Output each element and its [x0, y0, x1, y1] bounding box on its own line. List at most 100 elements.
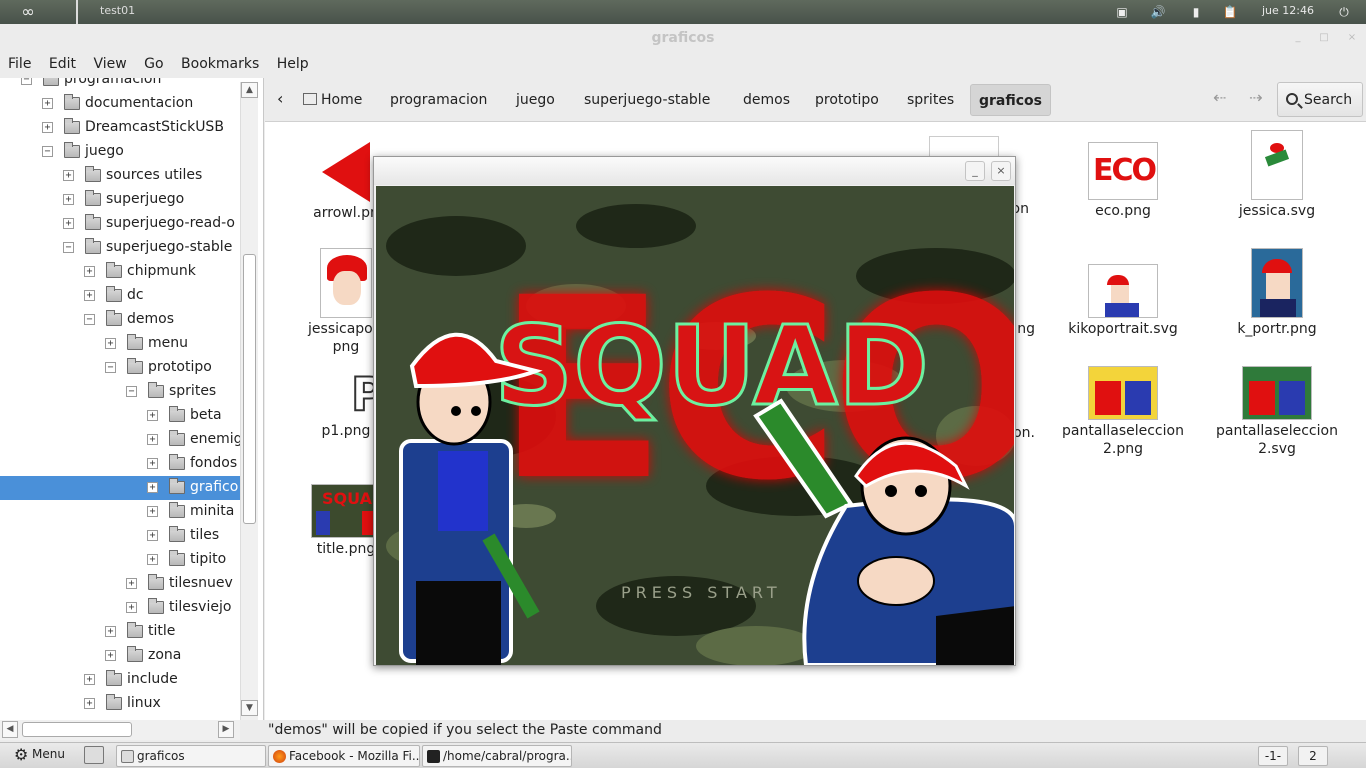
sidebar-item-tilesnuev[interactable]: + tilesnuev: [0, 572, 240, 596]
expand-icon[interactable]: +: [63, 194, 74, 205]
expand-icon[interactable]: +: [126, 602, 137, 613]
menu-go[interactable]: Go: [139, 54, 168, 74]
minimize-icon[interactable]: _: [1292, 32, 1304, 44]
expand-icon[interactable]: +: [105, 338, 116, 349]
sidebar-item-tipito[interactable]: + tipito: [0, 548, 240, 572]
sidebar-item-superjuego-stable[interactable]: − superjuego-stable: [0, 236, 240, 260]
expand-icon[interactable]: +: [147, 410, 158, 421]
workspace-1[interactable]: -1-: [1258, 746, 1288, 766]
scroll-left-icon[interactable]: ◀: [2, 721, 18, 738]
show-desktop-icon[interactable]: [84, 746, 104, 764]
scrollbar-thumb[interactable]: [243, 254, 256, 524]
expand-icon[interactable]: +: [105, 650, 116, 661]
sidebar-item-superjuego[interactable]: + superjuego: [0, 188, 240, 212]
collapse-icon[interactable]: −: [84, 314, 95, 325]
menu-file[interactable]: File: [3, 54, 36, 74]
crumb-juego[interactable]: juego: [516, 92, 555, 108]
sidebar-item-zona[interactable]: + zona: [0, 644, 240, 668]
sidebar-item-chipmunk[interactable]: + chipmunk: [0, 260, 240, 284]
file-item[interactable]: k_portr.png: [1202, 248, 1352, 338]
expand-icon[interactable]: +: [126, 578, 137, 589]
crumb-demos[interactable]: demos: [743, 92, 790, 108]
file-item[interactable]: jessica.svg: [1202, 130, 1352, 220]
crumb-graficos[interactable]: graficos: [970, 84, 1051, 116]
workspace-2[interactable]: 2: [1298, 746, 1328, 766]
scroll-right-icon[interactable]: ▶: [218, 721, 234, 738]
sidebar-item-demos[interactable]: − demos: [0, 308, 240, 332]
power-icon[interactable]: ⏻: [1336, 4, 1352, 20]
scroll-up-icon[interactable]: ▲: [241, 82, 258, 98]
workspace-label[interactable]: test01: [76, 0, 196, 24]
menu-edit[interactable]: Edit: [44, 54, 81, 74]
sidebar-item-linux[interactable]: + linux: [0, 692, 240, 716]
expand-icon[interactable]: +: [63, 218, 74, 229]
collapse-icon[interactable]: −: [126, 386, 137, 397]
sidebar-item-minita[interactable]: + minita: [0, 500, 240, 524]
game-minimize-icon[interactable]: _: [965, 161, 985, 181]
expand-icon[interactable]: +: [147, 554, 158, 565]
sidebar-item-tilesviejo[interactable]: + tilesviejo: [0, 596, 240, 620]
expand-icon[interactable]: +: [42, 122, 53, 133]
path-back-arrow-icon[interactable]: ‹: [277, 89, 283, 108]
sidebar-item-grafico[interactable]: + grafico: [0, 476, 240, 500]
expand-icon[interactable]: +: [105, 626, 116, 637]
collapse-icon[interactable]: −: [21, 78, 32, 85]
infinity-logo-icon[interactable]: ∞: [20, 4, 36, 20]
crumb-prototipo[interactable]: prototipo: [815, 92, 879, 108]
task-firefox[interactable]: Facebook - Mozilla Fi...: [268, 745, 420, 767]
sidebar-item-dreamcaststickusb[interactable]: + DreamcastStickUSB: [0, 116, 240, 140]
sidebar-vertical-scrollbar[interactable]: ▲ ▼: [240, 82, 258, 720]
sidebar-item-dc[interactable]: + dc: [0, 284, 240, 308]
expand-icon[interactable]: +: [147, 458, 158, 469]
task-terminal[interactable]: /home/cabral/progra...: [422, 745, 572, 767]
sidebar-item-fondos[interactable]: + fondos: [0, 452, 240, 476]
sidebar-item-sources-utiles[interactable]: + sources utiles: [0, 164, 240, 188]
sidebar-item-menu[interactable]: + menu: [0, 332, 240, 356]
game-close-icon[interactable]: ×: [991, 161, 1011, 181]
file-item[interactable]: pantallaseleccion 2.svg: [1202, 366, 1352, 458]
expand-icon[interactable]: +: [84, 290, 95, 301]
crumb-home[interactable]: Home: [303, 92, 362, 108]
file-item[interactable]: pantallaseleccion 2.png: [1048, 366, 1198, 458]
sidebar-item-superjuego-read-o[interactable]: + superjuego-read-o: [0, 212, 240, 236]
close-icon[interactable]: ×: [1346, 32, 1358, 44]
expand-icon[interactable]: +: [147, 506, 158, 517]
hscrollbar-thumb[interactable]: [22, 722, 132, 737]
sidebar-item-include[interactable]: + include: [0, 668, 240, 692]
maximize-icon[interactable]: □: [1318, 32, 1330, 44]
expand-icon[interactable]: +: [147, 434, 158, 445]
nav-forward-icon[interactable]: ⇢: [1249, 88, 1262, 107]
crumb-programacion[interactable]: programacion: [390, 92, 487, 108]
expand-icon[interactable]: +: [147, 482, 158, 493]
sidebar-horizontal-scrollbar[interactable]: ◀ ▶: [0, 720, 240, 740]
volume-icon[interactable]: 🔊: [1150, 4, 1166, 20]
expand-icon[interactable]: +: [84, 674, 95, 685]
menu-view[interactable]: View: [88, 54, 131, 74]
sidebar-item-tiles[interactable]: + tiles: [0, 524, 240, 548]
clipboard-icon[interactable]: 📋: [1222, 4, 1238, 20]
sidebar-item-sprites[interactable]: − sprites: [0, 380, 240, 404]
game-window[interactable]: _ × ECO SQUAD PRESS START: [373, 156, 1016, 666]
crumb-superjuego-stable[interactable]: superjuego-stable: [584, 92, 710, 108]
expand-icon[interactable]: +: [84, 266, 95, 277]
menu-bookmarks[interactable]: Bookmarks: [176, 54, 264, 74]
file-item[interactable]: ECO eco.png: [1048, 142, 1198, 220]
sidebar-item-title[interactable]: + title: [0, 620, 240, 644]
collapse-icon[interactable]: −: [63, 242, 74, 253]
clock[interactable]: jue 12:46: [1262, 4, 1314, 17]
collapse-icon[interactable]: −: [105, 362, 116, 373]
sidebar-item-prototipo[interactable]: − prototipo: [0, 356, 240, 380]
expand-icon[interactable]: +: [84, 698, 95, 709]
sidebar-item-programacion[interactable]: − programacion: [0, 78, 240, 92]
expand-icon[interactable]: +: [147, 530, 158, 541]
collapse-icon[interactable]: −: [42, 146, 53, 157]
network-icon[interactable]: ▣: [1114, 4, 1130, 20]
expand-icon[interactable]: +: [42, 98, 53, 109]
menu-button[interactable]: ⚙ Menu: [8, 745, 65, 764]
sidebar-item-documentacion[interactable]: + documentacion: [0, 92, 240, 116]
menu-help[interactable]: Help: [272, 54, 314, 74]
battery-icon[interactable]: ▮: [1188, 4, 1204, 20]
nav-back-icon[interactable]: ⇠: [1213, 88, 1226, 107]
sidebar-item-enemig[interactable]: + enemig: [0, 428, 240, 452]
scroll-down-icon[interactable]: ▼: [241, 700, 258, 716]
